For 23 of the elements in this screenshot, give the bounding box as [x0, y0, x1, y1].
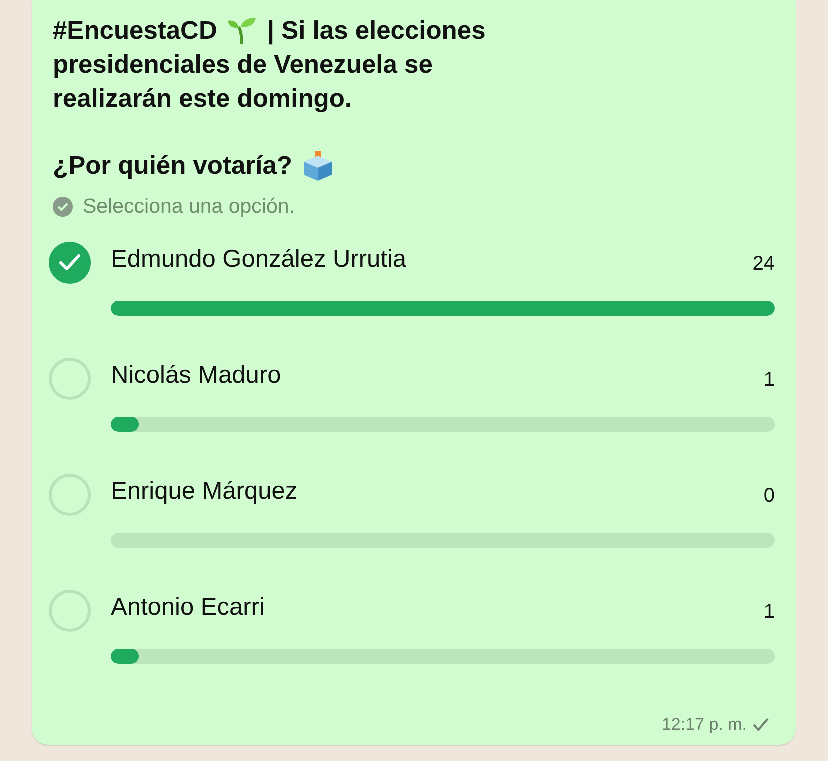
- option-label: Edmundo González Urrutia: [111, 245, 408, 275]
- vote-count: 1: [764, 600, 775, 625]
- ballot-box-icon: [302, 150, 334, 182]
- poll-title: | Si las elecciones: [267, 16, 486, 47]
- poll-title: presidenciales de Venezuela se realizarán este domingo.: [53, 50, 434, 115]
- check-circle-icon: [53, 197, 73, 217]
- option-label: Antonio Ecarri: [111, 593, 266, 623]
- vote-count: 0: [764, 484, 775, 509]
- option-label: Enrique Márquez: [111, 477, 299, 507]
- seedling-icon: [227, 17, 258, 45]
- poll-option[interactable]: Enrique Márquez 0: [53, 477, 775, 593]
- hint-text: Selecciona una opción.: [83, 195, 295, 219]
- check-icon: [59, 254, 81, 272]
- poll-question: ¿Por quién votaría?: [53, 151, 292, 182]
- vote-count: 24: [752, 252, 775, 277]
- poll-option[interactable]: Nicolás Maduro 1: [53, 361, 775, 477]
- radio-button[interactable]: [49, 242, 91, 284]
- vote-count: 1: [764, 368, 775, 393]
- timestamp: 12:17 p. m.: [662, 715, 747, 735]
- hashtag-text: #EncuestaCD: [53, 16, 218, 47]
- option-label: Nicolás Maduro: [111, 361, 282, 391]
- poll-option[interactable]: Antonio Ecarri 1: [53, 593, 775, 709]
- poll-option[interactable]: Edmundo González Urrutia 24: [53, 245, 775, 361]
